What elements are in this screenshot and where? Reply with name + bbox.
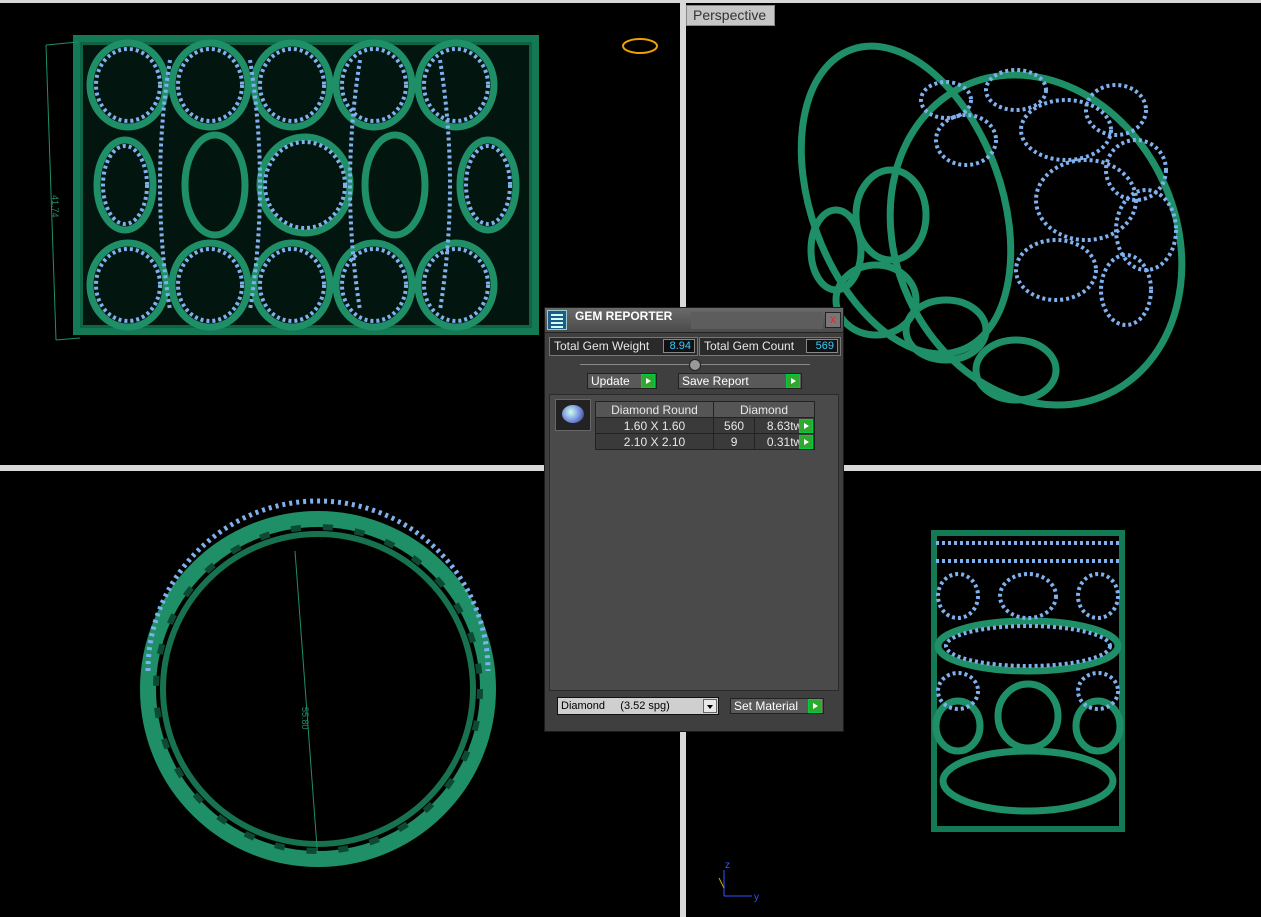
gem-count: 560 (712, 417, 756, 434)
material-select-value: Diamond (3.52 spg) (561, 700, 670, 712)
gem-size: 1.60 X 1.60 (595, 417, 714, 434)
table-row[interactable]: 2.10 X 2.10 9 0.31tw (595, 433, 815, 450)
close-button[interactable]: x (825, 312, 841, 328)
round-diamond-icon[interactable] (555, 399, 591, 431)
save-report-button[interactable]: Save Report (678, 373, 802, 389)
gem-count: 9 (712, 433, 756, 450)
gem-size: 2.10 X 2.10 (595, 433, 714, 450)
mini-ring-icon (622, 38, 658, 54)
total-gem-count-label: Total Gem Count (704, 339, 795, 353)
save-report-button-label: Save Report (682, 374, 749, 388)
table-header-material: Diamond (713, 401, 815, 418)
total-gem-weight-label: Total Gem Weight (554, 339, 650, 353)
play-icon (786, 374, 800, 388)
chevron-down-icon[interactable] (703, 699, 717, 713)
update-button-label: Update (591, 374, 630, 388)
total-gem-weight-value: 8.94 (663, 339, 695, 353)
collapse-knob-icon[interactable] (689, 359, 701, 371)
axes-gizmo: z y (718, 860, 759, 903)
viewport-label-perspective[interactable]: Perspective (686, 5, 776, 26)
gem-table: Diamond Round Diamond 1.60 X 1.60 560 8.… (595, 401, 815, 450)
total-gem-count-field: Total Gem Count 569 (699, 337, 841, 356)
total-gem-count-value: 569 (806, 339, 838, 353)
gem-reporter-logo-icon (547, 310, 567, 330)
diameter-dimension: 55.80 (300, 707, 310, 730)
play-icon (808, 699, 822, 713)
table-header-shape: Diamond Round (595, 401, 714, 418)
material-select[interactable]: Diamond (3.52 spg) (557, 697, 719, 715)
height-dimension: 41.74 (50, 195, 60, 218)
axis-y-label: y (754, 892, 759, 903)
titlebar-fill (691, 312, 823, 329)
axis-z-label: z (725, 860, 730, 871)
table-row[interactable]: 1.60 X 1.60 560 8.63tw (595, 417, 815, 434)
gem-reporter-panel: GEM REPORTER x Total Gem Weight 8.94 Tot… (544, 307, 844, 732)
set-material-button-label: Set Material (734, 699, 799, 713)
viewport-top-border (0, 0, 1261, 3)
update-button[interactable]: Update (587, 373, 657, 389)
total-gem-weight-field: Total Gem Weight 8.94 (549, 337, 698, 356)
row-select-play-icon[interactable] (799, 435, 813, 449)
row-select-play-icon[interactable] (799, 419, 813, 433)
gem-reporter-title: GEM REPORTER (575, 309, 673, 323)
play-icon (641, 374, 655, 388)
set-material-button[interactable]: Set Material (730, 698, 824, 714)
gem-list: Diamond Round Diamond 1.60 X 1.60 560 8.… (549, 394, 839, 691)
gem-reporter-titlebar[interactable]: GEM REPORTER x (545, 308, 843, 333)
